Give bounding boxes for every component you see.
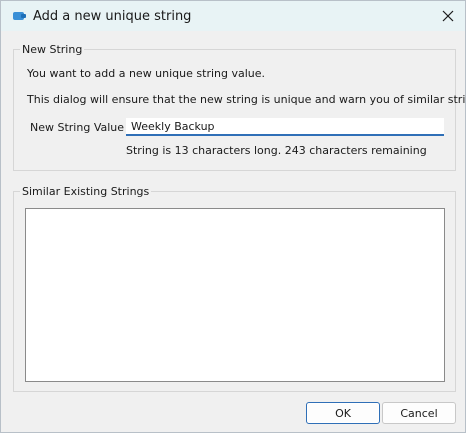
close-button[interactable] (435, 4, 461, 28)
intro-text-2: This dialog will ensure that the new str… (27, 93, 466, 106)
dialog-window: Add a new unique string New String You w… (0, 0, 466, 433)
string-dialog-icon (13, 12, 26, 20)
close-icon (442, 10, 454, 22)
similar-strings-list[interactable] (25, 208, 445, 382)
new-string-legend: New String (20, 43, 85, 56)
similar-strings-legend: Similar Existing Strings (20, 185, 152, 198)
length-status-text: String is 13 characters long. 243 charac… (126, 144, 427, 157)
cancel-button[interactable]: Cancel (382, 402, 456, 424)
window-title: Add a new unique string (33, 9, 192, 24)
title-bar: Add a new unique string (1, 1, 465, 31)
intro-text-1: You want to add a new unique string valu… (27, 67, 266, 80)
new-string-value-label: New String Value (30, 121, 125, 134)
ok-button[interactable]: OK (306, 402, 380, 424)
new-string-value-input[interactable] (126, 118, 444, 136)
